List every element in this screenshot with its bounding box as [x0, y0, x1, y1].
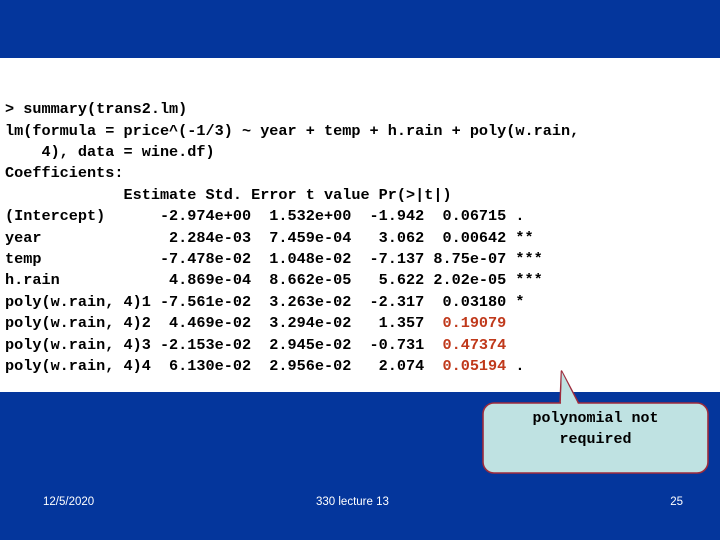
r-console-output: > summary(trans2.lm) lm(formula = price^… [5, 100, 580, 376]
callout-annotation: polynomial not required [481, 368, 710, 476]
console-output-panel: > summary(trans2.lm) lm(formula = price^… [0, 58, 720, 392]
footer-title: 330 lecture 13 [316, 496, 389, 508]
slide: > summary(trans2.lm) lm(formula = price^… [0, 0, 720, 540]
footer-date: 12/5/2020 [43, 496, 95, 508]
callout-label: polynomial not required [532, 410, 659, 448]
footer-page-number: 25 [670, 496, 683, 508]
slide-footer: 12/5/2020 330 lecture 13 25 [0, 492, 720, 518]
